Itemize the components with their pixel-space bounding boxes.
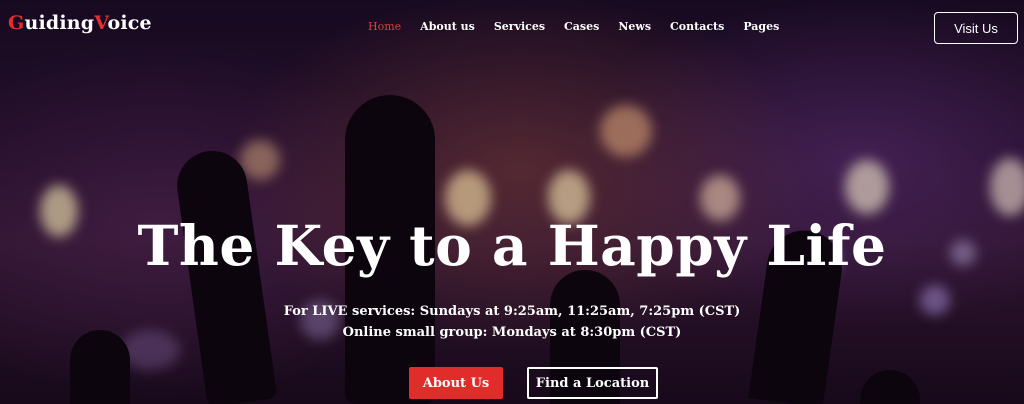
nav-contacts[interactable]: Contacts <box>670 20 724 33</box>
dark-overlay <box>0 0 1024 404</box>
site-logo[interactable]: GuidingVoice <box>8 12 152 34</box>
main-nav: Home About us Services Cases News Contac… <box>368 20 798 33</box>
nav-about-us[interactable]: About us <box>420 20 475 33</box>
logo-letter-v: V <box>94 12 108 34</box>
logo-text-part2: oice <box>107 12 152 34</box>
logo-letter-g: G <box>8 12 25 34</box>
nav-services[interactable]: Services <box>494 20 545 33</box>
hero-service-times: For LIVE services: Sundays at 9:25am, 11… <box>283 304 741 319</box>
logo-text-part1: uiding <box>24 12 95 34</box>
hero-small-group-times: Online small group: Mondays at 8:30pm (C… <box>342 325 682 340</box>
about-us-button[interactable]: About Us <box>409 367 503 399</box>
nav-pages[interactable]: Pages <box>743 20 779 33</box>
hero-section: GuidingVoice Home About us Services Case… <box>0 0 1024 404</box>
nav-news[interactable]: News <box>618 20 651 33</box>
hero-title: The Key to a Happy Life <box>137 213 887 278</box>
nav-home[interactable]: Home <box>368 20 401 33</box>
visit-us-button[interactable]: Visit Us <box>934 12 1018 44</box>
find-location-button[interactable]: Find a Location <box>527 367 658 399</box>
nav-cases[interactable]: Cases <box>564 20 599 33</box>
